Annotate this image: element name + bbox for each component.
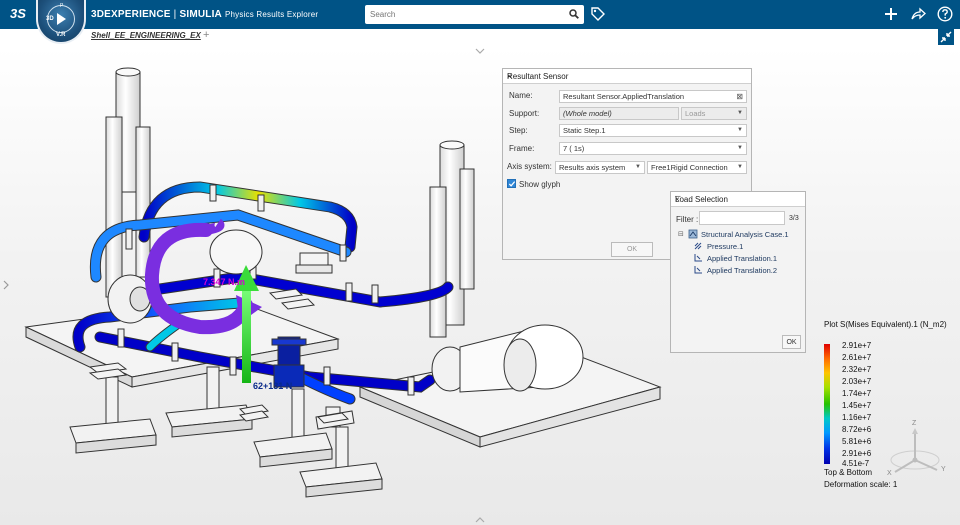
top-bar: 3S 3DEXPERIENCE | SIMULIA Physics Results E…: [0, 0, 960, 29]
legend-value: 5.81e+6: [842, 437, 872, 446]
axis-x-label: X: [887, 470, 892, 477]
expand-icon[interactable]: ⊟: [678, 230, 684, 238]
add-tab-icon[interactable]: +: [203, 29, 209, 41]
legend-value: 8.72e+6: [842, 425, 872, 434]
step-select-value: Static Step.1: [563, 126, 606, 135]
filter-label: Filter :: [676, 215, 699, 224]
search-input[interactable]: [365, 5, 560, 24]
collapse-icon[interactable]: [938, 29, 954, 45]
search-box: [365, 5, 584, 24]
connection-value: Free1Rigid Connection: [651, 163, 728, 172]
chevron-down-icon: ▼: [737, 110, 743, 116]
legend-color-bar: [824, 344, 830, 464]
clear-field-icon[interactable]: ⊠: [736, 91, 743, 102]
compass-top-label: P: [60, 3, 64, 9]
title-separator: |: [173, 9, 177, 20]
translation-load-icon: [694, 266, 702, 274]
share-icon[interactable]: [910, 6, 926, 22]
close-icon[interactable]: ×: [675, 195, 802, 204]
axis-system-value: Results axis system: [559, 163, 626, 172]
tree-item-applied-translation-1[interactable]: Applied Translation.1: [707, 254, 777, 263]
legend-value: 2.91e+7: [842, 341, 872, 350]
load-selection-titlebar[interactable]: Load Selection – ×: [671, 191, 805, 207]
chevron-left-icon[interactable]: [2, 279, 10, 291]
play-icon[interactable]: [57, 13, 66, 25]
legend-value: 1.74e+7: [842, 389, 872, 398]
support-field[interactable]: (Whole model): [559, 107, 679, 120]
force-value-label: 62+131 N: [253, 381, 293, 391]
connection-select[interactable]: Free1Rigid Connection ▼: [647, 161, 747, 174]
axis-system-select[interactable]: Results axis system ▼: [555, 161, 645, 174]
step-label: Step:: [509, 126, 528, 135]
legend-value: 1.16e+7: [842, 413, 872, 422]
legend-value: 1.45e+7: [842, 401, 872, 410]
load-ok-button[interactable]: OK: [782, 335, 801, 349]
chevron-down-icon: ▼: [737, 164, 743, 170]
name-label: Name:: [509, 91, 533, 100]
close-icon[interactable]: ×: [507, 72, 748, 81]
support-label: Support:: [509, 109, 540, 118]
legend-value: 2.32e+7: [842, 365, 872, 374]
legend-value: 2.91e+6: [842, 449, 872, 458]
axis-z-label: Z: [912, 420, 917, 427]
tree-item-pressure[interactable]: Pressure.1: [707, 242, 743, 251]
support-type-value: Loads: [685, 109, 706, 118]
chevron-top-icon[interactable]: [474, 47, 486, 55]
tab-bar: Shell_EE_ENGINEERING_EX +: [0, 29, 960, 47]
name-field-value: Resultant Sensor.AppliedTranslation: [563, 92, 685, 101]
app-title: 3DEXPERIENCE | SIMULIA Physics Results Expl…: [91, 9, 318, 20]
support-legs: [69, 366, 383, 498]
show-glyph-checkbox[interactable]: [507, 179, 516, 188]
tree-item-applied-translation-2[interactable]: Applied Translation.2: [707, 266, 777, 275]
resultant-sensor-titlebar[interactable]: Resultant Sensor ×: [503, 69, 751, 84]
pressure-load-icon: [694, 242, 702, 250]
legend-title: Plot S(Mises Equivalent).1 (N_m2): [824, 320, 947, 329]
show-glyph-label: Show glyph: [519, 180, 561, 189]
support-type-select[interactable]: Loads ▼: [681, 107, 747, 120]
tree-item-analysis-case[interactable]: Structural Analysis Case.1: [701, 230, 789, 239]
axis-y-label: Y: [941, 466, 946, 473]
moment-value-label: 7.347 N.m: [203, 277, 246, 287]
checkmark-icon: [508, 181, 516, 187]
step-select[interactable]: Static Step.1 ▼: [559, 124, 747, 137]
support-field-value: (Whole model): [563, 109, 612, 118]
compass-version-label: V.R: [56, 32, 66, 38]
filter-input[interactable]: [699, 211, 785, 225]
chevron-down-icon: ▼: [737, 145, 743, 151]
analysis-case-icon: [688, 229, 698, 239]
axis-triad[interactable]: Z X Y: [885, 420, 955, 482]
add-icon[interactable]: [883, 6, 899, 22]
chevron-down-icon: ▼: [737, 127, 743, 133]
app-role: Physics Results Explorer: [224, 10, 319, 19]
brand-name: SIMULIA: [179, 9, 222, 20]
legend-value: 4.51e-7: [842, 459, 870, 468]
app-name: 3DEXPERIENCE: [91, 9, 171, 20]
legend-value: 2.03e+7: [842, 377, 872, 386]
compass-3d-label: 3D: [46, 16, 54, 22]
legend-subtitle: Top & Bottom: [824, 468, 873, 477]
search-icon[interactable]: [569, 9, 579, 19]
3d-viewport[interactable]: 7.347 N.m 62+131 N: [0, 47, 960, 525]
model-scene[interactable]: [0, 47, 960, 525]
frame-select-value: 7 ( 1s): [563, 144, 585, 153]
chevron-down-icon: ▼: [635, 164, 641, 170]
3ds-logo[interactable]: 3S: [10, 6, 26, 21]
tag-icon[interactable]: [590, 6, 606, 22]
frame-label: Frame:: [509, 144, 535, 153]
name-field[interactable]: Resultant Sensor.AppliedTranslation ⊠: [559, 90, 747, 103]
filter-count: 3/3: [789, 215, 799, 222]
load-selection-panel: Load Selection – × Filter : 3/3 ⊟ Struct…: [670, 191, 806, 353]
tab-document[interactable]: Shell_EE_ENGINEERING_EX: [91, 31, 201, 40]
sensor-ok-button[interactable]: OK: [611, 242, 653, 257]
frame-select[interactable]: 7 ( 1s) ▼: [559, 142, 747, 155]
chevron-bottom-icon[interactable]: [474, 516, 486, 524]
translation-load-icon: [694, 254, 702, 262]
axis-system-label: Axis system:: [507, 162, 552, 171]
legend-value: 2.61e+7: [842, 353, 872, 362]
help-icon[interactable]: [937, 6, 953, 22]
